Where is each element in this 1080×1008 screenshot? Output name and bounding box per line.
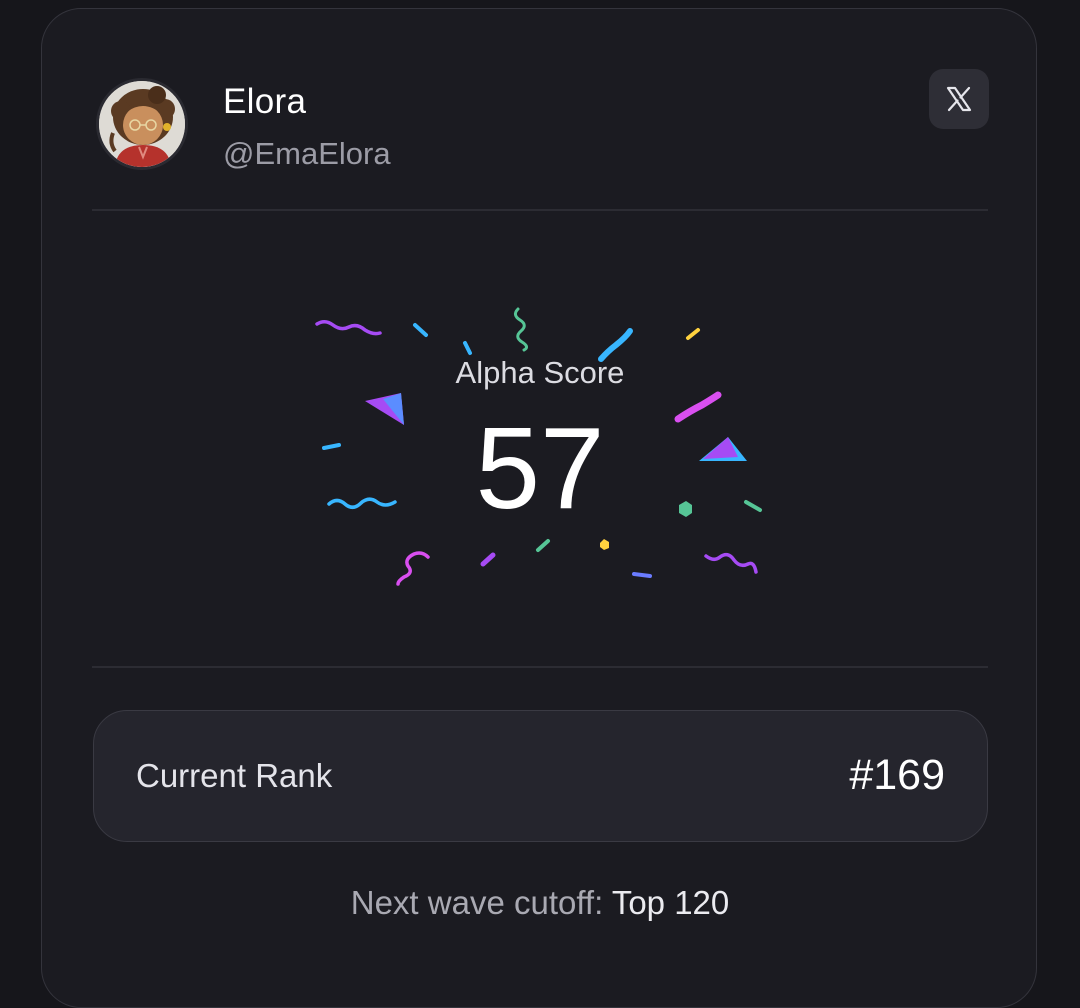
x-logo-icon <box>946 86 972 112</box>
score-label: Alpha Score <box>455 355 625 390</box>
rank-panel: Current Rank #169 <box>93 710 988 842</box>
avatar <box>96 78 188 170</box>
score-divider <box>92 666 988 668</box>
x-share-button[interactable] <box>929 69 989 129</box>
wave-cutoff: Next wave cutoff: Top 120 <box>42 884 1038 922</box>
score-section: Alpha Score 57 <box>42 289 1038 599</box>
header-divider <box>92 209 988 211</box>
cutoff-label: Next wave cutoff: <box>350 884 612 921</box>
profile-card: Elora @EmaElora Alpha Score 57 Current R… <box>41 8 1037 1008</box>
profile-handle: @EmaElora <box>223 136 391 171</box>
score-value: 57 <box>475 403 605 533</box>
avatar-illustration <box>99 81 185 167</box>
profile-name: Elora <box>223 82 307 121</box>
cutoff-value: Top 120 <box>611 884 730 921</box>
rank-label: Current Rank <box>136 757 333 794</box>
rank-value: #169 <box>849 751 945 799</box>
